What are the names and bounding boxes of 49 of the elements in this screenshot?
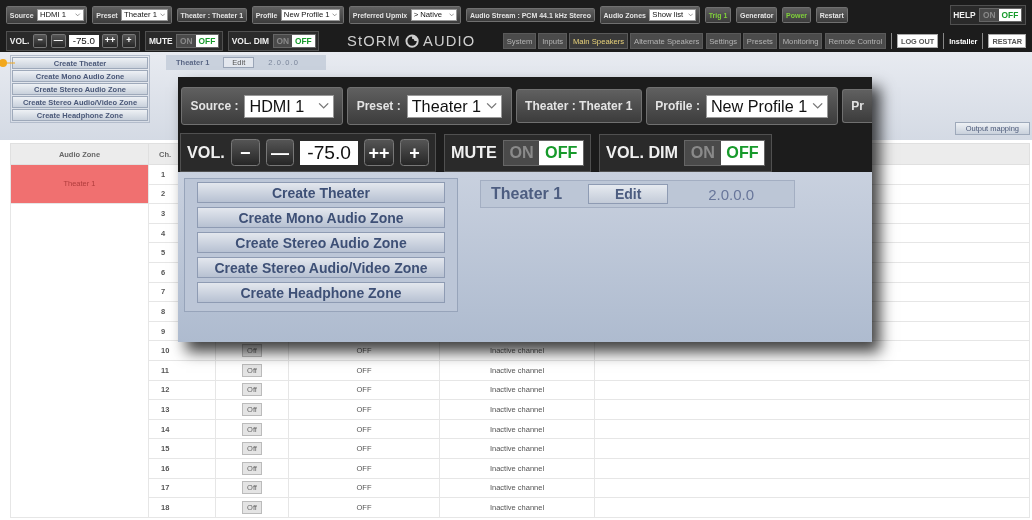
dropdown[interactable]: HDMI 1: [244, 94, 334, 118]
control-label: Preset :: [356, 99, 401, 114]
create-zone-button[interactable]: Create Stereo Audio/Video Zone: [197, 257, 445, 278]
edit-button[interactable]: Edit: [588, 184, 669, 204]
create-zone-button[interactable]: Create Headphone Zone: [197, 282, 445, 303]
caret-icon: [687, 13, 694, 17]
dropdown[interactable]: New Profile 1: [705, 94, 829, 118]
volume-button[interactable]: ++: [363, 139, 395, 167]
help-label: HELP: [953, 10, 976, 20]
volume-button[interactable]: +: [400, 139, 429, 167]
on-off-switch[interactable]: ON OFF: [684, 139, 766, 166]
caret-icon: [449, 13, 455, 17]
create-zone-button[interactable]: Create Theater: [197, 182, 445, 203]
create-zone-button[interactable]: Create Mono Audio Zone: [197, 207, 445, 228]
version-text: 2.0.0.0: [708, 185, 754, 203]
logo-icon: [403, 32, 421, 50]
toggle-label: MUTE: [450, 143, 497, 163]
callout-marker: [0, 58, 15, 68]
info-label: Theater : Theater 1: [515, 88, 642, 124]
volume-button[interactable]: −: [32, 34, 48, 48]
volume-button[interactable]: ++: [102, 34, 119, 48]
control-label: Profile :: [655, 99, 700, 114]
volume-button[interactable]: −: [230, 139, 260, 167]
dropdown[interactable]: Theater 1: [406, 94, 503, 118]
volume-field[interactable]: -75.0: [69, 34, 99, 48]
caret-icon: [317, 102, 329, 110]
toggle-label: MUTE: [148, 36, 173, 46]
logo-text: AUDIO: [423, 33, 476, 49]
control-label: Source :: [190, 99, 239, 114]
caret-icon: [485, 102, 498, 110]
zone-name: Theater 1: [491, 185, 563, 203]
on-off-switch[interactable]: ON OFF: [272, 33, 316, 49]
caret-icon: [159, 13, 165, 17]
on-off-switch[interactable]: ON OFF: [979, 7, 1023, 23]
toggle-label: VOL. DIM: [606, 143, 679, 163]
on-off-switch[interactable]: ON OFF: [176, 33, 220, 49]
control-label: Pr: [841, 88, 872, 124]
create-zone-button[interactable]: Create Stereo Audio Zone: [197, 232, 445, 253]
toggle-label: VOL. DIM: [231, 36, 269, 46]
volume-label: VOL.: [9, 36, 30, 46]
caret-icon: [331, 13, 338, 17]
volume-button[interactable]: —: [265, 139, 295, 167]
on-off-switch[interactable]: ON OFF: [502, 139, 585, 166]
volume-field[interactable]: -75.0: [300, 140, 358, 165]
caret-icon: [75, 13, 81, 17]
volume-button[interactable]: —: [50, 34, 66, 48]
logo-text: StORM: [346, 33, 401, 49]
caret-icon: [812, 102, 824, 110]
volume-button[interactable]: +: [121, 34, 137, 48]
